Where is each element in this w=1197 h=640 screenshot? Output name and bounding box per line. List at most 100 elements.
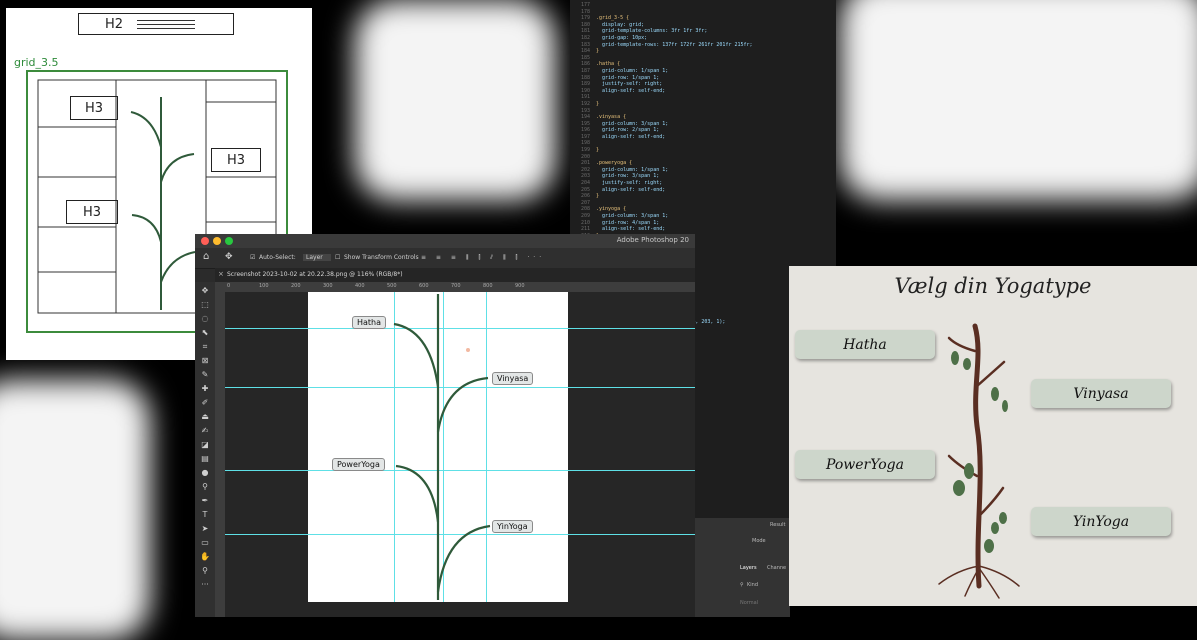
type-tool-icon[interactable]: T: [200, 510, 210, 520]
crop-tool-icon[interactable]: ⌗: [200, 342, 210, 352]
ps-document-tab[interactable]: × Screenshot 2023-10-02 at 20.22.38.png …: [215, 268, 695, 282]
line-number: 197: [580, 133, 590, 140]
panel-blend-mode[interactable]: Mode: [752, 538, 766, 544]
search-icon[interactable]: ⚲: [740, 582, 744, 588]
lasso-tool-icon[interactable]: ◌: [200, 314, 210, 324]
blend-normal-select[interactable]: Normal: [740, 600, 758, 606]
path-select-icon[interactable]: ➤: [200, 524, 210, 534]
frame-tool-icon[interactable]: ⊠: [200, 356, 210, 366]
close-tab-icon[interactable]: ×: [218, 270, 224, 278]
layer-kind-filter[interactable]: Kind: [747, 582, 758, 588]
eraser-tool-icon[interactable]: ◪: [200, 440, 210, 450]
ps-ruler-top: 0 100 200 300 400 500 600 700 800 900: [215, 282, 695, 292]
ruler-tick-label: 400: [355, 283, 365, 289]
ruler-tick-label: 200: [291, 283, 301, 289]
sketch-h3-box: H3: [66, 200, 118, 224]
ps-ruler-left: [215, 292, 225, 617]
line-number: 199: [580, 147, 590, 154]
ruler-tick-label: 700: [451, 283, 461, 289]
marquee-tool-icon[interactable]: ⬚: [200, 300, 210, 310]
minimize-window-button[interactable]: [213, 237, 221, 245]
code-line: 182 grid-gap: 10px;: [570, 35, 836, 42]
line-number: 189: [580, 81, 590, 88]
code-line: 181 grid-template-columns: 3fr 1fr 3fr;: [570, 28, 836, 35]
vinyasa-button[interactable]: Vinyasa: [1031, 379, 1171, 408]
stamp-tool-icon[interactable]: ⏏: [200, 412, 210, 422]
pen-tool-icon[interactable]: ✒: [200, 496, 210, 506]
blur-tool-icon[interactable]: ●: [200, 468, 210, 478]
line-number: 178: [580, 8, 590, 15]
code-line: 188 grid-row: 1/span 1;: [570, 75, 836, 82]
code-line: 184}: [570, 48, 836, 55]
zoom-window-button[interactable]: [225, 237, 233, 245]
ps-vinyasa-button[interactable]: Vinyasa: [492, 372, 534, 385]
code-line: 178: [570, 9, 836, 16]
ps-tree-drawing: [393, 294, 491, 600]
code-line: 195 grid-column: 3/span 1;: [570, 121, 836, 128]
code-line: 203 grid-row: 3/span 1;: [570, 173, 836, 180]
code-line: 209 grid-column: 3/span 1;: [570, 213, 836, 220]
shape-tool-icon[interactable]: ▭: [200, 538, 210, 548]
more-tools-icon[interactable]: ···: [200, 580, 210, 590]
transform-checkbox[interactable]: ☐: [335, 254, 340, 261]
sketch-grid-label: grid_3.5: [14, 56, 59, 69]
gradient-tool-icon[interactable]: ▤: [200, 454, 210, 464]
move-tool-icon[interactable]: ✥: [200, 286, 210, 296]
line-number: 186: [580, 61, 590, 68]
line-number: 182: [580, 34, 590, 41]
line-number: 202: [580, 166, 590, 173]
history-brush-icon[interactable]: ✍: [200, 426, 210, 436]
poweryoga-button[interactable]: PowerYoga: [795, 450, 935, 479]
hatha-button[interactable]: Hatha: [795, 330, 935, 359]
code-line: 207: [570, 200, 836, 207]
dodge-tool-icon[interactable]: ⚲: [200, 482, 210, 492]
code-text: display: grid;: [596, 21, 645, 28]
healing-icon[interactable]: ✚: [200, 384, 210, 394]
code-line: 177: [570, 2, 836, 9]
code-text: grid-column: 3/span 1;: [596, 120, 669, 127]
select-tool-icon[interactable]: ⬉: [200, 328, 210, 338]
line-number: 185: [580, 54, 590, 61]
tree-illustration: [938, 323, 1020, 599]
line-number: 194: [580, 114, 590, 121]
ps-yinyoga-button[interactable]: YinYoga: [492, 520, 533, 533]
code-line: 192}: [570, 101, 836, 108]
ruler-tick-label: 0: [227, 283, 231, 289]
ps-poweryoga-button[interactable]: PowerYoga: [332, 458, 385, 471]
eyedropper-icon[interactable]: ✎: [200, 370, 210, 380]
line-number: 181: [580, 28, 590, 35]
code-line: 206}: [570, 193, 836, 200]
code-line: 200: [570, 154, 836, 161]
code-line: 204 justify-self: right;: [570, 180, 836, 187]
ps-document-canvas[interactable]: Hatha Vinyasa PowerYoga YinYoga: [308, 292, 568, 602]
code-line: 193: [570, 108, 836, 115]
brush-tool-icon[interactable]: ✐: [200, 398, 210, 408]
line-number: 187: [580, 67, 590, 74]
line-number: 210: [580, 219, 590, 226]
layer-select[interactable]: Layer: [303, 254, 331, 261]
line-number: 201: [580, 160, 590, 167]
auto-select-checkbox[interactable]: ☑: [250, 254, 255, 261]
home-icon[interactable]: ⌂: [203, 251, 209, 262]
line-number: 207: [580, 199, 590, 206]
layers-tab[interactable]: Layers: [740, 565, 757, 571]
move-tool-icon[interactable]: ✥: [225, 252, 233, 262]
sketch-h2-lines: [137, 19, 196, 29]
code-line: 199}: [570, 147, 836, 154]
code-text: grid-row: 1/span 1;: [596, 74, 660, 81]
code-text: align-self: self-end;: [596, 186, 666, 193]
ps-hatha-button[interactable]: Hatha: [352, 316, 387, 329]
close-window-button[interactable]: [201, 237, 209, 245]
code-line: 198: [570, 140, 836, 147]
zoom-tool-icon[interactable]: ⚲: [200, 566, 210, 576]
hand-tool-icon[interactable]: ✋: [200, 552, 210, 562]
code-line: 190 align-self: self-end;: [570, 88, 836, 95]
line-number: 180: [580, 21, 590, 28]
code-line: 183 grid-template-rows: 137fr 172fr 261f…: [570, 42, 836, 49]
line-number: 205: [580, 186, 590, 193]
line-number: 204: [580, 180, 590, 187]
line-number: 190: [580, 87, 590, 94]
yinyoga-button[interactable]: YinYoga: [1031, 507, 1171, 536]
align-icons[interactable]: ≡ ≡ ≡ ⫼ ⫿ ⫽ ⫼ ⫿ ···: [421, 254, 545, 262]
channels-tab[interactable]: Channe: [767, 565, 786, 571]
